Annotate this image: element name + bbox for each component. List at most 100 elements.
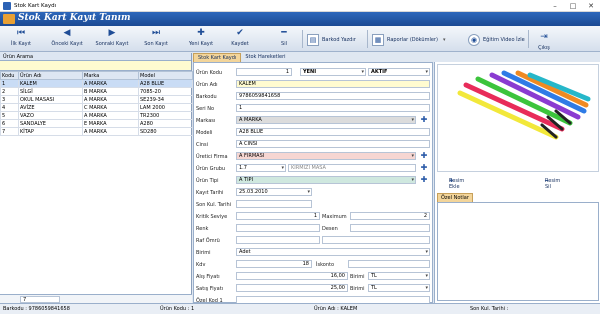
window-titlebar: Stok Kart Kaydı – □ ✕ — [0, 0, 600, 12]
product-list-panel: Ürün Arama Kodu Ürün Adı Marka Model 1 KA… — [0, 53, 193, 303]
cell-name: AVİZE — [18, 103, 83, 112]
chevron-down-icon: ▾ — [425, 249, 428, 255]
maker-select[interactable]: A FİRMASI ▾ — [236, 152, 416, 160]
first-record-button[interactable]: ⏮ İlk Kayıt — [6, 28, 36, 47]
cell-model: 7085-20 — [138, 87, 193, 96]
status-barcode: Barkodu : 9786059841658 — [3, 306, 70, 312]
table-row[interactable]: 1 KALEM A MARKA A28 BLUE — [0, 79, 193, 88]
table-row[interactable]: 4 AVİZE C MARKA LAM 2000 — [0, 103, 193, 112]
group-label: Ürün Grubu — [196, 166, 226, 172]
maximum-field[interactable]: 2 — [350, 212, 430, 220]
prev-record-label: Önceki Kayıt — [51, 41, 83, 47]
discount-field[interactable] — [348, 260, 430, 268]
close-button[interactable]: ✕ — [582, 0, 600, 12]
chevron-down-icon: ▾ — [425, 273, 428, 279]
tab-stock-movements[interactable]: Stok Hareketleri — [241, 53, 289, 62]
critical-level-field[interactable]: 1 — [236, 212, 320, 220]
group-select[interactable]: 1.7 ▾ — [236, 164, 286, 172]
tab-stock-card[interactable]: Stok Kart Kaydı — [193, 53, 242, 62]
minimize-button[interactable]: – — [546, 0, 564, 12]
training-video-label: Eğitim Video İzle — [483, 37, 525, 43]
shelf-life-unit-field[interactable] — [322, 236, 430, 244]
purchase-price-field[interactable]: 16,00 — [236, 272, 348, 280]
vat-field[interactable]: 18 — [236, 260, 312, 268]
toolbar-separator — [367, 30, 368, 48]
status-value: AKTİF — [371, 69, 388, 75]
last-use-date-field[interactable] — [236, 200, 312, 208]
tab-special-notes[interactable]: Özel Notlar — [437, 193, 473, 202]
barcode-field[interactable]: 9786059841658 — [236, 92, 430, 100]
last-record-button[interactable]: ⏭ Son Kayıt — [140, 28, 172, 47]
chevron-down-icon: ▾ — [411, 117, 414, 123]
cell-code: 6 — [0, 119, 19, 128]
prev-record-button[interactable]: ◀ Önceki Kayıt — [48, 28, 86, 47]
add-group-plus-icon[interactable]: ✚ — [420, 164, 428, 172]
photo-panel: ✚ Resim Ekle ━ Resim Sil Özel Notlar — [434, 62, 600, 303]
status-product-name: Ürün Adı : KALEM — [314, 306, 358, 312]
new-record-button[interactable]: ✚ Yeni Kayıt — [184, 28, 218, 47]
kind-select[interactable]: A TİPİ ▾ — [236, 176, 416, 184]
prev-arrow-icon: ◀ — [63, 28, 71, 38]
barcode-print-button[interactable]: ▤ Barkod Yazdır — [307, 34, 356, 46]
search-input[interactable] — [0, 61, 191, 71]
group-name-field: KIRMIZI MASA — [288, 164, 416, 172]
cell-brand: A MARKA — [82, 79, 139, 88]
product-name-field[interactable]: KALEM — [236, 80, 430, 88]
special-notes-textarea[interactable] — [437, 202, 599, 301]
window-title: Stok Kart Kaydı — [14, 3, 57, 9]
column-header-model[interactable]: Model — [138, 71, 193, 80]
model-label: Modeli — [196, 130, 213, 136]
record-state-select[interactable]: YENİ ▾ — [300, 68, 366, 76]
serial-label: Seri No — [196, 106, 215, 112]
color-field[interactable] — [236, 224, 320, 232]
table-row[interactable]: 6 SANDALYE E MARKA A280 — [0, 119, 193, 128]
registration-date-picker[interactable]: 25.03.2010 ▾ — [236, 188, 312, 196]
purchase-currency-select[interactable]: TL ▾ — [368, 272, 430, 280]
shelf-life-field[interactable] — [236, 236, 320, 244]
pattern-field[interactable] — [350, 224, 430, 232]
exit-button[interactable]: ⇥ Çıkış — [533, 32, 555, 51]
status-select[interactable]: AKTİF ▾ — [368, 68, 430, 76]
product-code-field[interactable]: 1 — [236, 68, 292, 76]
table-row[interactable]: 3 OKUL MASASI A MARKA SE239-34 — [0, 95, 193, 104]
cell-model: A280 — [138, 119, 193, 128]
add-brand-plus-icon[interactable]: ✚ — [420, 116, 428, 124]
serial-field[interactable]: 1 — [236, 104, 430, 112]
sale-currency-select[interactable]: TL ▾ — [368, 284, 430, 292]
table-row[interactable]: 2 SİLGİ B MARKA 7085-20 — [0, 87, 193, 96]
kind-label: Ürün Tipi — [196, 178, 219, 184]
chevron-down-icon: ▾ — [307, 189, 310, 195]
brand-select[interactable]: A MARKA ▾ — [236, 116, 416, 124]
model-field[interactable]: A28 BLUE — [236, 128, 430, 136]
sale-price-field[interactable]: 25,00 — [236, 284, 348, 292]
column-header-code[interactable]: Kodu — [0, 71, 19, 80]
unit-select[interactable]: Adet ▾ — [236, 248, 430, 256]
unit-value: Adet — [239, 249, 251, 255]
reports-dropdown[interactable]: ▦ Raporlar (Dökümler) ▾ — [372, 34, 445, 46]
plus-icon: ✚ — [197, 28, 205, 38]
last-record-label: Son Kayıt — [144, 41, 168, 47]
save-button[interactable]: ✔ Kaydet — [228, 28, 252, 47]
column-header-name[interactable]: Ürün Adı — [18, 71, 83, 80]
delete-button[interactable]: ━ Sil — [276, 28, 292, 47]
sale-price-label: Satış Fiyatı — [196, 286, 224, 292]
search-label: Ürün Arama — [0, 53, 191, 61]
toolbar: ⏮ İlk Kayıt ◀ Önceki Kayıt ▶ Sonraki Kayıt … — [0, 26, 600, 52]
cell-model: A28 BLUE — [138, 79, 193, 88]
next-record-button[interactable]: ▶ Sonraki Kayıt — [90, 28, 134, 47]
app-icon — [3, 2, 11, 10]
pens-image — [457, 70, 591, 140]
last-arrow-icon: ⏭ — [151, 28, 161, 38]
maximize-button[interactable]: □ — [564, 0, 582, 12]
table-row[interactable]: 5 VAZO A MARKA TR2300 — [0, 111, 193, 120]
add-kind-plus-icon[interactable]: ✚ — [420, 176, 428, 184]
training-video-button[interactable]: ◉ Eğitim Video İzle — [468, 34, 525, 46]
banner-title: Stok Kart Kayıt Tanım — [18, 13, 131, 23]
table-row[interactable]: 7 KİTAP A MARKA SD280 — [0, 127, 193, 136]
first-record-label: İlk Kayıt — [11, 41, 31, 47]
next-record-label: Sonraki Kayıt — [95, 41, 129, 47]
add-maker-plus-icon[interactable]: ✚ — [420, 152, 428, 160]
column-header-brand[interactable]: Marka — [82, 71, 139, 80]
type-field[interactable]: A CİNSİ — [236, 140, 430, 148]
toolbar-separator — [528, 30, 529, 48]
